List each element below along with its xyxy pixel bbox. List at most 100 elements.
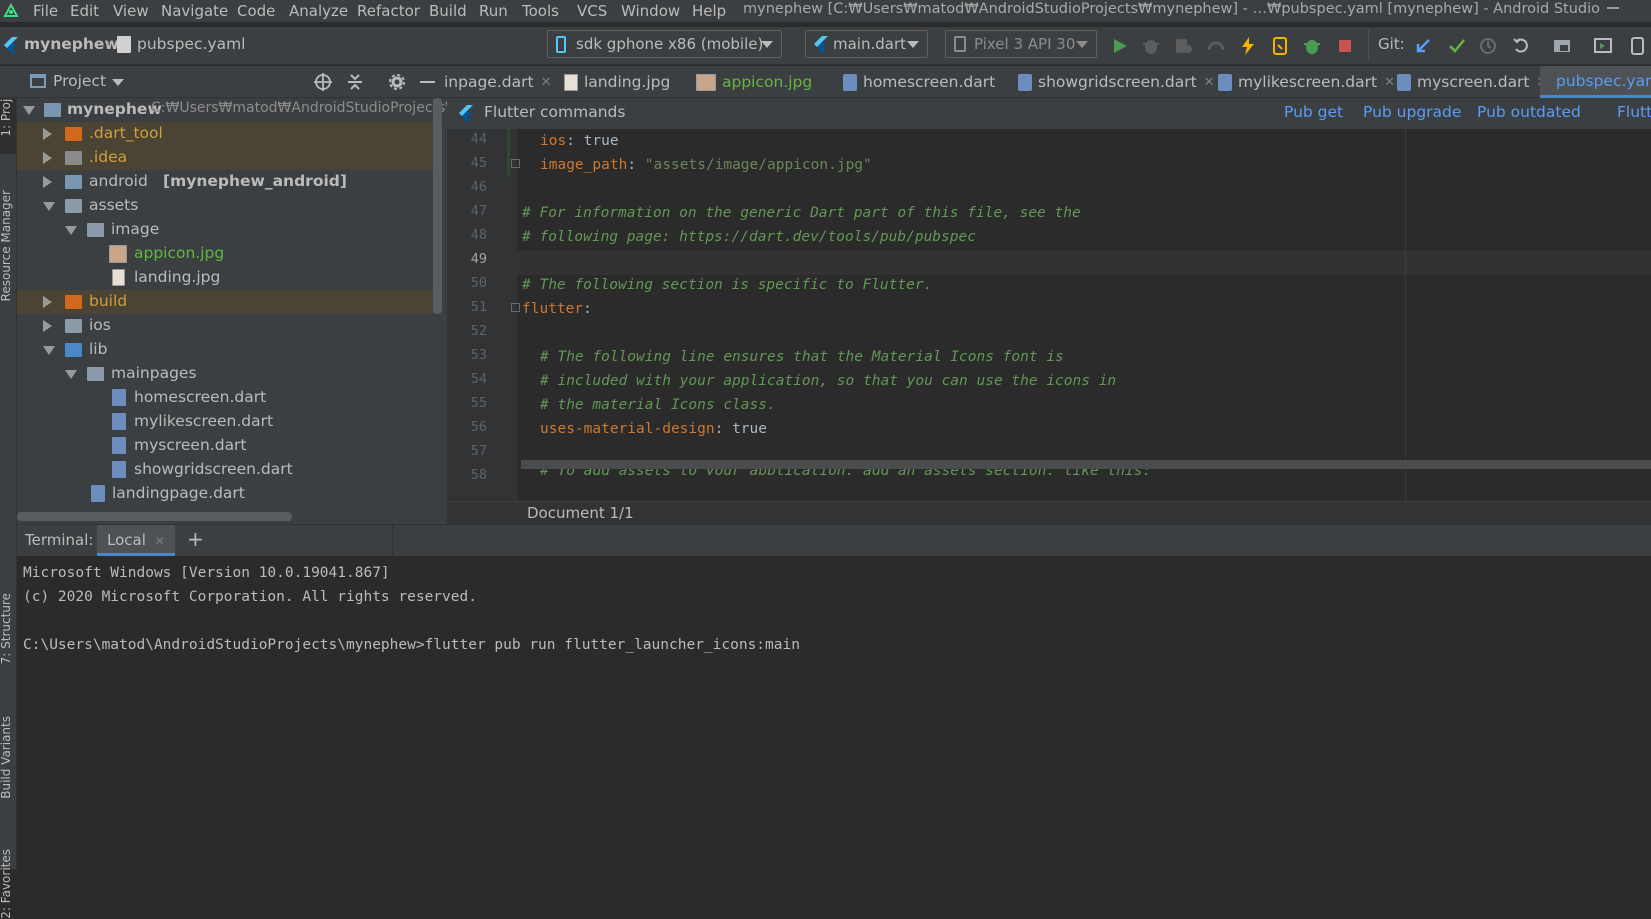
- vertical-scrollbar[interactable]: [433, 98, 442, 314]
- editor-breadcrumb[interactable]: Document 1/1: [527, 504, 634, 522]
- close-icon[interactable]: ✕: [1384, 75, 1395, 90]
- pub-outdated-link[interactable]: Pub outdated: [1477, 103, 1581, 121]
- tool-window-favorites[interactable]: 2: Favorites: [0, 849, 13, 919]
- avd-manager-icon[interactable]: [1593, 36, 1613, 56]
- terminal-command-line[interactable]: C:\Users\matod\AndroidStudioProjects\myn…: [23, 637, 800, 653]
- attach-debugger-icon[interactable]: [1173, 36, 1193, 56]
- chevron-right-icon[interactable]: [43, 176, 52, 188]
- menu-build[interactable]: Build: [429, 2, 467, 20]
- horizontal-scrollbar[interactable]: [17, 512, 292, 521]
- tree-item-landing-jpg[interactable]: landing.jpg: [17, 266, 433, 290]
- tree-item-assets[interactable]: assets: [17, 194, 433, 218]
- minimize-icon[interactable]: [1606, 0, 1620, 14]
- tab-label: mylikescreen.dart: [1238, 73, 1378, 91]
- close-icon[interactable]: ✕: [1204, 75, 1215, 90]
- chevron-down-icon[interactable]: [112, 79, 124, 86]
- tree-item-homescreen-dart[interactable]: homescreen.dart: [17, 386, 433, 410]
- tree-item-android[interactable]: android [mynephew_android]: [17, 170, 433, 194]
- tree-item-mainpages[interactable]: mainpages: [17, 362, 433, 386]
- tree-item-build[interactable]: build: [17, 290, 433, 314]
- tab-homescreen-dart[interactable]: homescreen.dart: [843, 66, 995, 98]
- chevron-down-icon[interactable]: [43, 346, 55, 355]
- git-commit-icon[interactable]: [1447, 36, 1467, 56]
- rollback-icon[interactable]: [1511, 36, 1531, 56]
- sdk-manager-icon[interactable]: [1628, 36, 1648, 56]
- chevron-right-icon[interactable]: [43, 320, 52, 332]
- tab-landing-jpg[interactable]: landing.jpg: [564, 66, 670, 98]
- locate-file-icon[interactable]: [313, 72, 333, 92]
- tab-pubspec-yaml[interactable]: pubspec.yaml: [1540, 66, 1651, 98]
- tree-item-appicon-jpg[interactable]: appicon.jpg: [17, 242, 433, 266]
- avd-label: Pixel 3 API 30: [974, 35, 1076, 53]
- flutter-inspector-icon[interactable]: [1302, 36, 1322, 56]
- tool-window-structure[interactable]: 7: Structure: [0, 593, 13, 664]
- menu-vcs[interactable]: VCS: [577, 2, 607, 20]
- tree-item-ios[interactable]: ios: [17, 314, 433, 338]
- chevron-down-icon[interactable]: [65, 226, 77, 235]
- tab-inpage-dart[interactable]: inpage.dart ✕: [444, 66, 551, 98]
- chevron-down-icon[interactable]: [65, 370, 77, 379]
- menu-tools[interactable]: Tools: [522, 2, 559, 20]
- pub-upgrade-link[interactable]: Pub upgrade: [1363, 103, 1461, 121]
- tab-myscreen-dart[interactable]: myscreen.dart✕: [1397, 66, 1547, 98]
- breadcrumb-file[interactable]: pubspec.yaml: [137, 35, 245, 53]
- menu-code[interactable]: Code: [237, 2, 275, 20]
- flutter-icon: [4, 37, 18, 53]
- tool-window-build-variants[interactable]: Build Variants: [0, 716, 13, 799]
- collapse-all-icon[interactable]: [345, 72, 365, 92]
- pub-get-link[interactable]: Pub get: [1284, 103, 1343, 121]
- tab-appicon-jpg[interactable]: appicon.jpg: [696, 66, 812, 98]
- tree-item-landingpage-dart[interactable]: landingpage.dart: [17, 482, 433, 506]
- tree-item-showgridscreen-dart[interactable]: showgridscreen.dart: [17, 458, 433, 482]
- project-view-selector[interactable]: Project: [53, 72, 106, 90]
- project-structure-icon[interactable]: [1552, 36, 1572, 56]
- tree-item-mylikescreen-dart[interactable]: mylikescreen.dart: [17, 410, 433, 434]
- menu-navigate[interactable]: Navigate: [161, 2, 228, 20]
- chevron-down-icon[interactable]: [43, 202, 55, 211]
- flutter-doctor-link[interactable]: Flutter doctor: [1617, 103, 1651, 121]
- tree-root-mynephew[interactable]: mynephew C:₩Users₩matod₩AndroidStudioPro…: [17, 98, 536, 122]
- device-icon: [954, 36, 966, 52]
- run-icon[interactable]: [1110, 36, 1130, 56]
- git-update-icon[interactable]: [1413, 36, 1433, 56]
- tool-window-resource-manager[interactable]: Resource Manager: [0, 190, 13, 301]
- tab-mylikescreen-dart[interactable]: mylikescreen.dart ✕: [1218, 66, 1395, 98]
- debug-icon[interactable]: [1141, 36, 1161, 56]
- menu-file[interactable]: File: [33, 2, 58, 20]
- hot-reload-icon[interactable]: [1238, 36, 1258, 56]
- menu-window[interactable]: Window: [621, 2, 680, 20]
- tree-item-idea[interactable]: .idea: [17, 146, 433, 170]
- editor-horizontal-scrollbar[interactable]: [521, 460, 1651, 469]
- stop-icon[interactable]: [1335, 36, 1355, 56]
- menu-refactor[interactable]: Refactor: [357, 2, 420, 20]
- dart-file-icon: [843, 73, 857, 91]
- close-icon[interactable]: ✕: [155, 534, 165, 548]
- tree-item-image[interactable]: image: [17, 218, 433, 242]
- avd-selector[interactable]: Pixel 3 API 30: [945, 30, 1097, 58]
- hide-icon[interactable]: [420, 81, 435, 83]
- chevron-down-icon[interactable]: [23, 106, 35, 115]
- device-selector[interactable]: sdk gphone x86 (mobile): [547, 30, 782, 58]
- terminal-tab-local[interactable]: Local ✕: [97, 525, 175, 556]
- chevron-right-icon[interactable]: [43, 296, 52, 308]
- profile-icon[interactable]: [1206, 36, 1226, 56]
- history-icon[interactable]: [1478, 36, 1498, 56]
- menu-edit[interactable]: Edit: [70, 2, 99, 20]
- gear-icon[interactable]: [387, 72, 407, 92]
- close-icon[interactable]: ✕: [541, 75, 552, 90]
- tree-item-myscreen-dart[interactable]: myscreen.dart: [17, 434, 433, 458]
- hot-restart-icon[interactable]: [1270, 36, 1290, 56]
- menu-analyze[interactable]: Analyze: [289, 2, 348, 20]
- chevron-right-icon[interactable]: [43, 128, 52, 140]
- tree-item-dart-tool[interactable]: .dart_tool: [17, 122, 433, 146]
- run-config-selector[interactable]: main.dart: [805, 30, 928, 58]
- tab-showgridscreen-dart[interactable]: showgridscreen.dart ✕: [1018, 66, 1215, 98]
- fold-icon[interactable]: [511, 159, 520, 168]
- menu-view[interactable]: View: [113, 2, 149, 20]
- tree-item-lib[interactable]: lib: [17, 338, 433, 362]
- fold-icon[interactable]: [511, 303, 520, 312]
- add-terminal-button[interactable]: +: [187, 527, 204, 551]
- menu-help[interactable]: Help: [692, 2, 726, 20]
- chevron-right-icon[interactable]: [43, 152, 52, 164]
- menu-run[interactable]: Run: [479, 2, 508, 20]
